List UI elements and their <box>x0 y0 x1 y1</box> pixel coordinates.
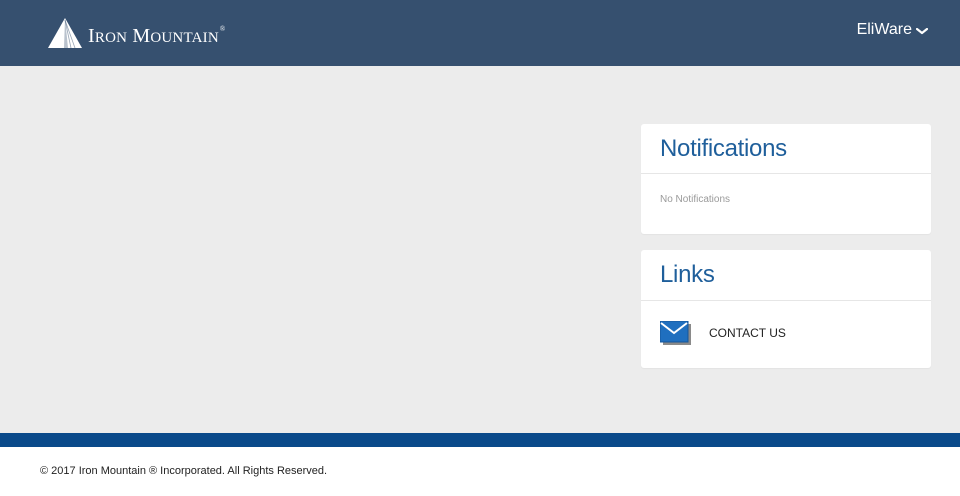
links-title: Links <box>641 250 931 301</box>
user-menu-dropdown[interactable]: EliWare <box>857 21 928 39</box>
user-name: EliWare <box>856 21 912 38</box>
chevron-down-icon <box>916 28 928 35</box>
app-header: IRON MOUNTAIN® EliWare <box>0 0 960 66</box>
notifications-title: Notifications <box>641 124 931 174</box>
page-footer: © 2017 Iron Mountain ® Incorporated. All… <box>0 447 960 496</box>
logo-wordmark: IRON MOUNTAIN® <box>88 25 226 47</box>
envelope-icon <box>660 321 691 345</box>
no-notifications-text: No Notifications <box>660 194 731 205</box>
copyright-text: © 2017 Iron Mountain ® Incorporated. All… <box>40 465 328 477</box>
mountain-logo-icon <box>48 18 82 48</box>
footer-accent-bar <box>0 433 960 447</box>
iron-mountain-logo[interactable]: IRON MOUNTAIN® <box>48 16 225 48</box>
contact-us-link[interactable]: CONTACT US <box>641 301 931 345</box>
contact-us-label: CONTACT US <box>709 326 786 340</box>
links-panel: Links CONTACT US <box>641 250 931 368</box>
notifications-panel: Notifications No Notifications <box>641 124 931 234</box>
